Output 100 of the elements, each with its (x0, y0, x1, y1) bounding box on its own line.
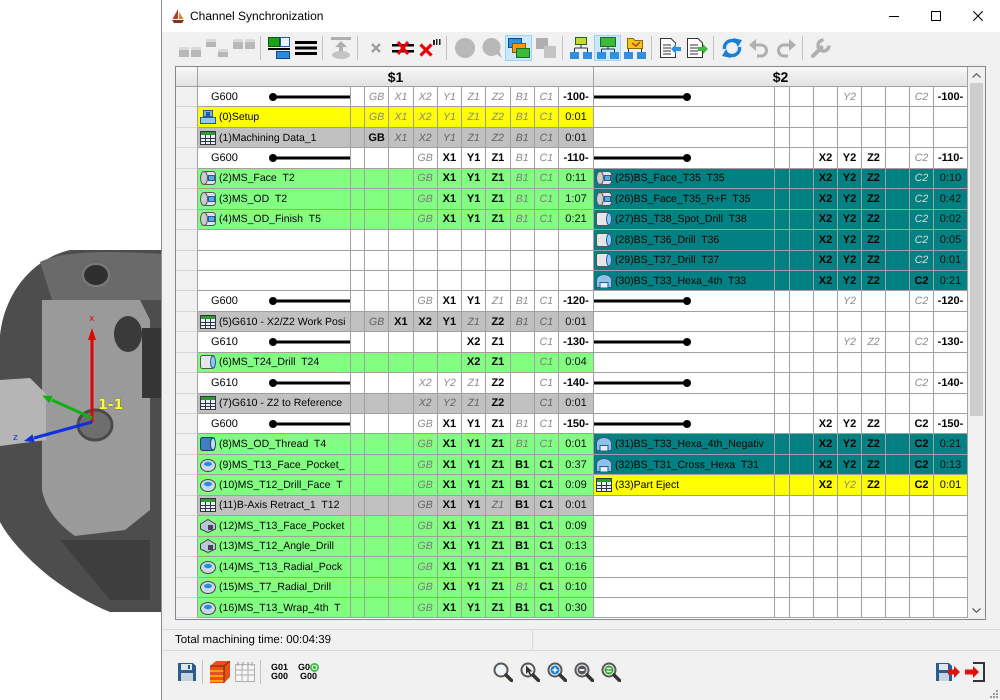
row-header[interactable] (176, 87, 198, 108)
row-header[interactable] (176, 168, 198, 190)
row-header[interactable] (176, 557, 198, 578)
color-blocks-icon (268, 37, 290, 59)
axis-label: C1 (539, 499, 554, 512)
row-header[interactable] (176, 394, 198, 414)
operation-row[interactable]: (13)MS_T12_Angle_Drill GB X1 Y1 Z1 B1 C1 0:13 (198, 536, 594, 558)
toolbar-button[interactable] (594, 35, 621, 61)
operation-time: 0:09 (565, 479, 587, 492)
table-cell (534, 230, 559, 250)
operation-row[interactable]: (32)BS_T31_Cross_Hexa T31 X2 Y2 Z2 C2 0:13 (594, 454, 968, 476)
row-header[interactable] (176, 434, 198, 455)
operation-row[interactable]: (14)MS_T13_Radial_Pock GB X1 Y1 Z1 B1 C1 0:16 (198, 557, 594, 578)
axis-label: Z1 (467, 316, 480, 328)
axis-label: Y1 (466, 458, 480, 471)
disc-icon (200, 580, 216, 594)
table-cell (775, 557, 790, 578)
row-header[interactable] (176, 536, 198, 558)
toolbar-button[interactable] (265, 35, 292, 61)
row-header[interactable] (176, 128, 198, 148)
scrollbar-thumb[interactable] (970, 83, 983, 416)
operation-row[interactable]: (4)MS_OD_Finish T5 GB X1 Y1 Z1 B1 C1 0:21 (198, 210, 594, 230)
table-cell (775, 270, 790, 292)
operation-row[interactable]: (8)MS_OD_Thread T4 GB X1 Y1 Z1 B1 C1 0:01 (198, 434, 594, 455)
table-cell (351, 210, 365, 230)
row-header[interactable] (176, 373, 198, 394)
gcode-button[interactable]: G0 G00 (294, 659, 323, 685)
toolbar-button[interactable] (505, 35, 532, 61)
table-cell (365, 250, 390, 271)
operation-time: 0:09 (565, 520, 587, 532)
table-cell (790, 536, 814, 558)
operation-row[interactable]: (6)MS_T24_Drill T24 X2 Z1 C1 0:04 (198, 352, 594, 374)
row-header[interactable] (176, 148, 198, 169)
operation-row[interactable]: (9)MS_T13_Face_Pocket_ GB X1 Y1 Z1 B1 C1 0:37 (198, 454, 594, 476)
operation-row[interactable]: (31)BS_T33_Hexa_4th_Negativ X2 Y2 Z2 C2 0:21 (594, 434, 968, 455)
row-header[interactable] (176, 352, 198, 374)
axis-label: C2 (914, 274, 929, 287)
table-cell (886, 578, 910, 598)
row-header[interactable] (176, 230, 198, 250)
operation-name: (27)BS_T38_Spot_Drill T38 (615, 213, 747, 226)
axis-label: Y1 (466, 540, 480, 552)
row-header[interactable] (176, 578, 198, 598)
operation-row[interactable]: (12)MS_T13_Face_Pocket GB X1 Y1 Z1 B1 C1 0:09 (198, 516, 594, 537)
row-header[interactable] (176, 210, 198, 230)
zoom-out-icon (574, 662, 594, 682)
row-header[interactable] (176, 475, 198, 496)
operation-row[interactable]: (30)BS_T33_Hexa_4th T33 X2 Y2 Z2 C2 0:21 (594, 270, 968, 292)
axis-label: Z1 (492, 295, 504, 308)
row-header[interactable] (176, 270, 198, 292)
axis-label: B1 (516, 295, 529, 308)
row-header[interactable] (176, 516, 198, 537)
row-header[interactable] (176, 250, 198, 271)
operation-row[interactable]: (25)BS_Face_T35 T35 X2 Y2 Z2 C2 0:10 (594, 168, 968, 190)
row-header[interactable] (176, 107, 198, 128)
row-header[interactable] (176, 189, 198, 210)
operation-row[interactable]: (28)BS_T36_Drill T36 X2 Y2 Z2 C2 0:05 (594, 230, 968, 250)
operation-row[interactable]: (26)BS_Face_T35_R+F T35 X2 Y2 Z2 C2 0:42 (594, 189, 968, 210)
operation-time: 0:37 (565, 458, 587, 471)
operation-row[interactable]: (1)Machining Data_1 GB X1 X2 Y1 Z1 Z2 B1 C1 0:01 (198, 128, 594, 148)
disc-icon (200, 560, 216, 574)
operation-row[interactable]: (29)BS_T37_Drill T37 X2 Y2 Z2 C2 0:01 (594, 250, 968, 271)
row-header[interactable] (176, 496, 198, 516)
toolbar-button[interactable] (567, 35, 594, 61)
toolbar-button[interactable] (207, 659, 232, 685)
operation-row[interactable]: (15)MS_T7_Radial_Drill GB X1 Y1 Z1 B1 C1 0:10 (198, 578, 594, 598)
row-header[interactable] (176, 414, 198, 434)
table-cell (862, 536, 886, 558)
axis-label: Y2 (842, 213, 856, 226)
axis-label: X1 (442, 438, 456, 450)
operation-row[interactable]: (16)MS_T13_Wrap_4th T GB X1 Y1 Z1 B1 C1 0:30 (198, 598, 594, 618)
operation-row[interactable]: (27)BS_T38_Spot_Drill T38 X2 Y2 Z2 C2 0:02 (594, 210, 968, 230)
row-header[interactable] (176, 598, 198, 618)
table-cell (790, 373, 814, 394)
axis-label: B1 (516, 581, 529, 594)
operation-row[interactable]: (5)G610 - X2/Z2 Work Posi GB X1 X2 Y1 Z1 Z2 B1 C1 0:01 (198, 312, 594, 332)
row-header[interactable] (176, 332, 198, 353)
row-header[interactable] (176, 291, 198, 312)
operation-row[interactable]: (11)B-Axis Retract_1 T12 GB X1 Y1 Z1 B1 C1 0:01 (198, 496, 594, 516)
row-header[interactable] (176, 312, 198, 332)
axis-label: Y2 (843, 90, 856, 103)
operation-row[interactable]: (3)MS_OD T2 GB X1 Y1 Z1 B1 C1 1:07 (198, 189, 594, 210)
row-header[interactable] (176, 454, 198, 476)
operation-row[interactable]: (7)G610 - Z2 to Reference X2 Y2 Z1 Z2 C1 0:01 (198, 394, 594, 414)
table-cell (351, 352, 365, 374)
scrollbar[interactable] (968, 67, 985, 619)
table-cell (790, 87, 814, 108)
gcode-button[interactable]: G01 G00 (265, 659, 294, 685)
operation-row[interactable]: (2)MS_Face T2 GB X1 Y1 Z1 B1 C1 0:11 (198, 168, 594, 190)
operation-time: 0:30 (565, 602, 587, 614)
axis-label: Z2 (867, 479, 880, 492)
operation-name: (28)BS_T36_Drill T36 (615, 234, 720, 246)
table-cell (351, 270, 365, 292)
delete-lines-icon (392, 41, 414, 55)
operation-name: (2)MS_Face T2 (219, 172, 295, 184)
table-cell (790, 270, 814, 292)
operation-row[interactable]: (33)Part Eject X2 Y2 Z2 C2 0:01 (594, 475, 968, 496)
operation-row[interactable]: (0)Setup GB X1 X2 Y1 Z1 Z2 B1 C1 0:01 (198, 107, 594, 128)
axis-label: C2 (914, 213, 928, 226)
operation-row[interactable]: (10)MS_T12_Drill_Face T GB X1 Y1 Z1 B1 C1 0:09 (198, 475, 594, 496)
table-cell (910, 578, 934, 598)
